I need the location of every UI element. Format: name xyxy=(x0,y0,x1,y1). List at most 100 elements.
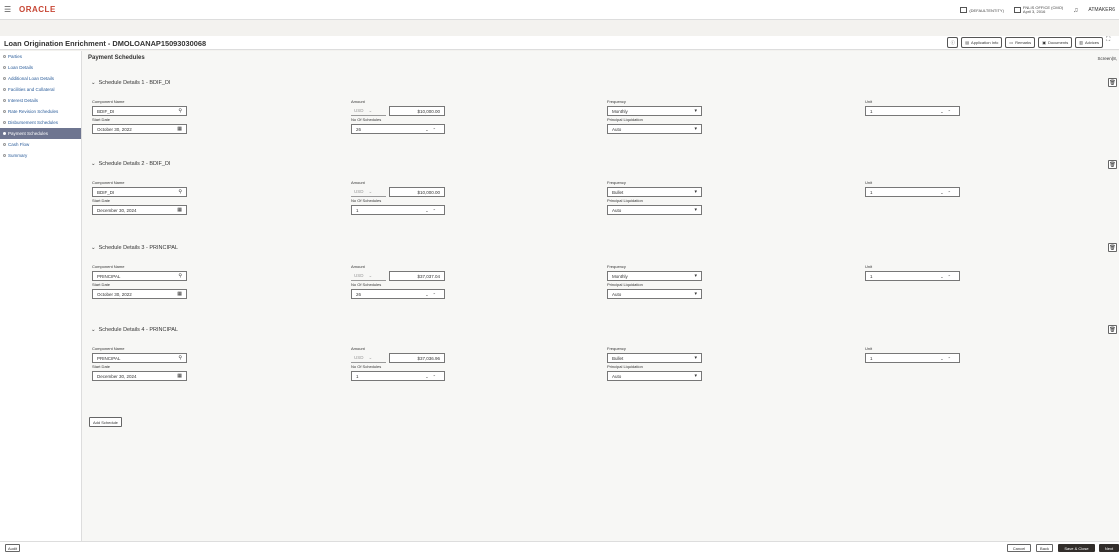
sidebar-item-label: Parties xyxy=(8,54,23,59)
calendar-icon[interactable]: ▦ xyxy=(177,207,182,213)
bell-icon[interactable]: ♫ xyxy=(1073,7,1078,14)
currency-select[interactable]: USD ⌄ xyxy=(351,353,386,363)
cancel-button[interactable]: Cancel xyxy=(1007,544,1031,552)
stepper-arrows-icon[interactable]: ⌄⌃ xyxy=(940,190,955,195)
sidebar-item-rate-revision-schedules[interactable]: Rate Revision Schedules xyxy=(0,106,81,117)
frequency-select[interactable]: Monthly ▾ xyxy=(607,271,702,281)
stepper-arrows-icon[interactable]: ⌄⌃ xyxy=(940,109,955,114)
sidebar-item-label: Rate Revision Schedules xyxy=(8,109,59,114)
unit-stepper[interactable]: 1 ⌄⌃ xyxy=(865,353,960,363)
schedule-title: Schedule Details 1 - BDIF_DI xyxy=(98,80,171,86)
sidebar-item-payment-schedules[interactable]: Payment Schedules xyxy=(0,128,81,139)
component-name-input[interactable]: PRINCIPAL ⚲ xyxy=(92,353,187,363)
documents-button[interactable]: ▣ Documents xyxy=(1038,37,1073,48)
start-date-input[interactable]: October 30, 2022 ▦ xyxy=(92,289,187,299)
start-date-input[interactable]: October 30, 2022 ▦ xyxy=(92,124,187,134)
calendar-icon[interactable]: ▦ xyxy=(177,126,182,132)
sidebar-item-interest-details[interactable]: Interest Details xyxy=(0,95,81,106)
remarks-button[interactable]: ▭ Remarks xyxy=(1005,37,1036,48)
stepper-arrows-icon[interactable]: ⌄⌃ xyxy=(425,292,440,297)
no-of-schedules-stepper[interactable]: 1 ⌄⌃ xyxy=(351,371,445,381)
sidebar-item-parties[interactable]: Parties xyxy=(0,51,81,62)
delete-icon[interactable]: 🗑 xyxy=(1108,78,1117,87)
stepper-arrows-icon[interactable]: ⌄⌃ xyxy=(425,374,440,379)
currency-select[interactable]: USD ⌄ xyxy=(351,106,386,116)
user-menu[interactable]: ATMAKER6 xyxy=(1088,7,1115,13)
sidebar-item-label: Payment Schedules xyxy=(8,131,49,136)
branch-selector[interactable]: FNLIS OFFICE (CMO) April 3, 2016 xyxy=(1013,6,1063,14)
unit-value: 1 xyxy=(870,273,873,279)
entity-selector[interactable]: (DEFAULTENTITY) xyxy=(960,7,1004,13)
amount-input[interactable]: $37,036.96 xyxy=(389,353,445,363)
unit-stepper[interactable]: 1 ⌄⌃ xyxy=(865,106,960,116)
advices-button[interactable]: ▥ Advices xyxy=(1075,37,1103,48)
currency-select[interactable]: USD ⌄ xyxy=(351,187,386,197)
sidebar-item-facilities-collateral[interactable]: Facilities and Collateral xyxy=(0,84,81,95)
sidebar-item-cash-flow[interactable]: Cash Flow xyxy=(0,139,81,150)
search-icon[interactable]: ⚲ xyxy=(178,355,182,361)
schedule-header[interactable]: ⌄ Schedule Details 4 - PRINCIPAL xyxy=(91,327,178,333)
amount-input[interactable]: $37,037.04 xyxy=(389,271,445,281)
schedule-header[interactable]: ⌄ Schedule Details 1 - BDIF_DI xyxy=(91,80,170,86)
unit-label: Unit xyxy=(865,99,873,104)
application-info-button[interactable]: ▤ Application Info xyxy=(961,37,1003,48)
currency-value: USD xyxy=(354,189,364,194)
delete-icon[interactable]: 🗑 xyxy=(1108,160,1117,169)
stepper-arrows-icon[interactable]: ⌄⌃ xyxy=(425,208,440,213)
info-button[interactable]: ⓘ xyxy=(947,37,959,48)
back-button[interactable]: Back xyxy=(1036,544,1053,552)
principal-liquidation-select[interactable]: Auto ▾ xyxy=(607,371,702,381)
search-icon[interactable]: ⚲ xyxy=(178,189,182,195)
start-date-input[interactable]: December 30, 2024 ▦ xyxy=(92,371,187,381)
stepper-arrows-icon[interactable]: ⌄⌃ xyxy=(940,356,955,361)
amount-input[interactable]: $10,000.00 xyxy=(389,187,445,197)
principal-liquidation-value: Auto xyxy=(612,126,622,132)
currency-value: USD xyxy=(354,355,364,360)
frequency-select[interactable]: Bullet ▾ xyxy=(607,187,702,197)
unit-stepper[interactable]: 1 ⌄⌃ xyxy=(865,271,960,281)
principal-liquidation-select[interactable]: Auto ▾ xyxy=(607,124,702,134)
add-schedule-button[interactable]: Add Schedule xyxy=(89,417,122,427)
start-date-input[interactable]: December 30, 2024 ▦ xyxy=(92,205,187,215)
start-date-value: December 30, 2024 xyxy=(97,207,137,213)
schedule-header[interactable]: ⌄ Schedule Details 3 - PRINCIPAL xyxy=(91,245,178,251)
sidebar-item-additional-loan-details[interactable]: Additional Loan Details xyxy=(0,73,81,84)
calendar-icon[interactable]: ▦ xyxy=(177,373,182,379)
audit-button[interactable]: Audit xyxy=(5,544,20,552)
principal-liquidation-select[interactable]: Auto ▾ xyxy=(607,289,702,299)
sidebar-item-label: Loan Details xyxy=(8,65,34,70)
save-close-button[interactable]: Save & Close xyxy=(1058,544,1095,552)
component-name-input[interactable]: PRINCIPAL ⚲ xyxy=(92,271,187,281)
no-of-schedules-stepper[interactable]: 26 ⌄⌃ xyxy=(351,124,445,134)
delete-icon[interactable]: 🗑 xyxy=(1108,325,1117,334)
schedule-header[interactable]: ⌄ Schedule Details 2 - BDIF_DI xyxy=(91,161,170,167)
frequency-select[interactable]: Bullet ▾ xyxy=(607,353,702,363)
unit-stepper[interactable]: 1 ⌄⌃ xyxy=(865,187,960,197)
search-icon[interactable]: ⚲ xyxy=(178,108,182,114)
frequency-value: Bullet xyxy=(612,189,624,195)
amount-input[interactable]: $10,000.00 xyxy=(389,106,445,116)
principal-liquidation-select[interactable]: Auto ▾ xyxy=(607,205,702,215)
component-name-input[interactable]: BDIF_DI ⚲ xyxy=(92,106,187,116)
stepper-arrows-icon[interactable]: ⌄⌃ xyxy=(425,127,440,132)
calendar-icon[interactable]: ▦ xyxy=(177,291,182,297)
start-date-label: Start Date xyxy=(92,198,111,203)
currency-select[interactable]: USD ⌄ xyxy=(351,271,386,281)
delete-icon[interactable]: 🗑 xyxy=(1108,243,1117,252)
sidebar-item-loan-details[interactable]: Loan Details xyxy=(0,62,81,73)
search-icon[interactable]: ⚲ xyxy=(178,273,182,279)
branch-date: April 3, 2016 xyxy=(1022,9,1046,14)
next-button[interactable]: Next xyxy=(1099,544,1119,552)
hamburger-menu-icon[interactable]: ☰ xyxy=(4,5,11,14)
expand-icon[interactable]: ⛶ xyxy=(1106,37,1116,48)
sidebar-item-disbursement-schedules[interactable]: Disbursement Schedules xyxy=(0,117,81,128)
start-date-value: October 30, 2022 xyxy=(97,291,132,297)
stepper-arrows-icon[interactable]: ⌄⌃ xyxy=(940,274,955,279)
component-name-input[interactable]: BDIF_DI ⚲ xyxy=(92,187,187,197)
no-of-schedules-stepper[interactable]: 26 ⌄⌃ xyxy=(351,289,445,299)
frequency-select[interactable]: Monthly ▾ xyxy=(607,106,702,116)
no-of-schedules-stepper[interactable]: 1 ⌄⌃ xyxy=(351,205,445,215)
component-name-value: BDIF_DI xyxy=(97,108,115,114)
amount-label: Amount xyxy=(351,180,365,185)
sidebar-item-summary[interactable]: Summary xyxy=(0,150,81,161)
